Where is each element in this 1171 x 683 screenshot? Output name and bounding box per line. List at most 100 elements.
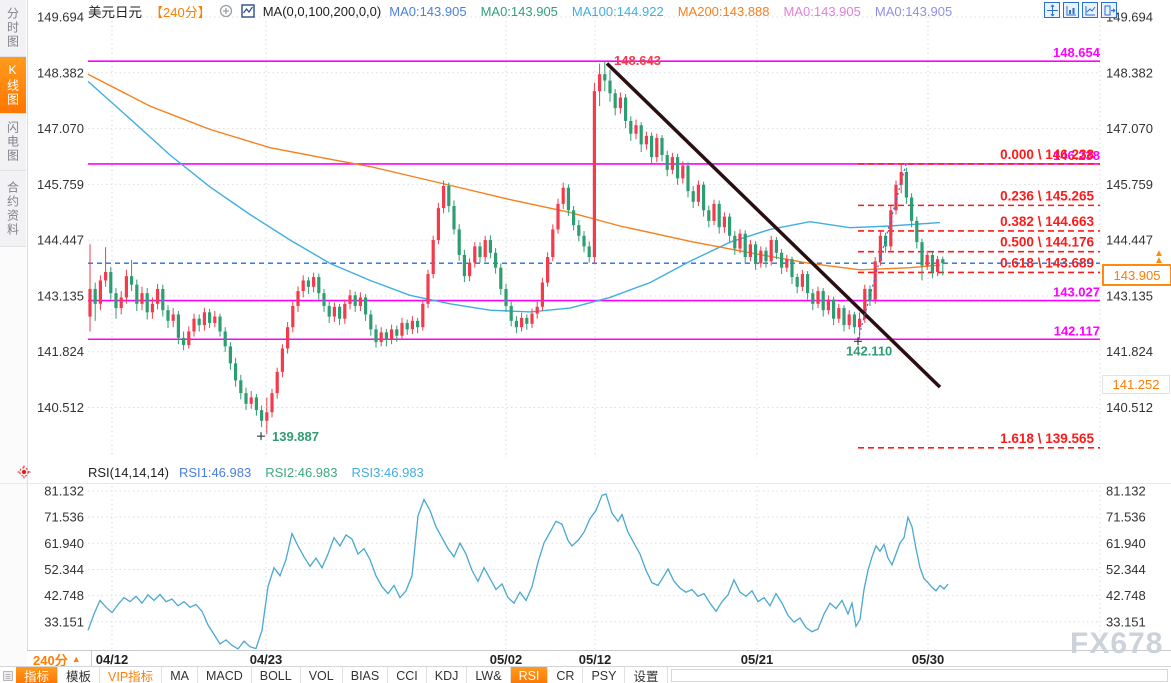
svg-text:81.132: 81.132 <box>1106 484 1146 499</box>
svg-text:144.447: 144.447 <box>1106 233 1153 248</box>
svg-text:52.344: 52.344 <box>1106 562 1146 577</box>
pan-crosshair-icon[interactable] <box>1044 2 1060 18</box>
ma-settings-label: MA(0,0,100,200,0,0) <box>263 4 382 19</box>
date-label: 05/30 <box>912 652 945 667</box>
toolbar-item-BIAS[interactable]: BIAS <box>343 667 389 683</box>
toolbar-item-MA[interactable]: MA <box>162 667 198 683</box>
chart-header: 美元日元 【240分】 MA(0,0,100,200,0,0) MA0:143.… <box>88 2 952 20</box>
toolbar-item-RSI[interactable]: RSI <box>511 667 549 683</box>
alarm-icon[interactable] <box>17 465 31 479</box>
rsi-title: RSI(14,14,14) <box>88 465 169 480</box>
period-selector[interactable]: 240分 ▲ <box>29 651 92 667</box>
current-price-box: 143.905 <box>1102 264 1171 286</box>
svg-text:145.759: 145.759 <box>37 177 84 192</box>
ma-value-2: MA0:143.905 <box>481 4 558 19</box>
svg-text:140.512: 140.512 <box>1106 400 1153 415</box>
chart-application: 分时图K线图闪电图合约资料 149.694149.694148.382148.3… <box>0 0 1171 683</box>
candlestick-chart[interactable]: 149.694149.694148.382148.382147.070147.0… <box>0 0 1171 463</box>
toolbar-empty-strip <box>671 669 1169 682</box>
svg-text:61.940: 61.940 <box>44 536 84 551</box>
svg-text:144.447: 144.447 <box>37 233 84 248</box>
svg-text:0.236 \ 145.265: 0.236 \ 145.265 <box>1000 188 1094 203</box>
date-label: 04/23 <box>250 652 283 667</box>
svg-text:147.070: 147.070 <box>1106 121 1153 136</box>
ma-value-6: MA0:143.905 <box>875 4 952 19</box>
ma-indicator-icon[interactable] <box>241 4 255 18</box>
indicator-toolbar: 指标模板VIP指标MAMACDBOLLVOLBIASCCIKDJLW&RSICR… <box>0 666 1171 683</box>
svg-text:61.940: 61.940 <box>1106 536 1146 551</box>
svg-text:143.135: 143.135 <box>37 288 84 303</box>
anchor-cross-marker <box>257 432 265 440</box>
rsi-line <box>88 494 948 649</box>
svg-text:148.654: 148.654 <box>1053 45 1101 60</box>
toolbar-item-CR[interactable]: CR <box>548 667 583 683</box>
date-label: 05/02 <box>490 652 523 667</box>
rsi-value-1: RSI1:46.983 <box>179 465 251 480</box>
toolbar-item-VOL[interactable]: VOL <box>301 667 343 683</box>
toolbar-grip-icon[interactable] <box>0 667 16 683</box>
symbol-title: 美元日元 <box>88 1 142 21</box>
svg-text:145.759: 145.759 <box>1106 177 1153 192</box>
svg-text:140.512: 140.512 <box>37 400 84 415</box>
rsi-value-2: RSI2:46.983 <box>265 465 337 480</box>
toolbar-item-MACD[interactable]: MACD <box>198 667 252 683</box>
swing-label: 142.110 <box>846 344 892 359</box>
period-up-arrow-icon: ▲ <box>72 654 81 664</box>
time-axis: 240分 ▲ 04/12 04/23 05/02 05/12 05/21 05/30 <box>27 650 1171 667</box>
level-141-box: 141.252 <box>1102 375 1170 394</box>
rsi-values: RSI1:46.983 RSI2:46.983 RSI3:46.983 <box>179 465 424 480</box>
period-label: 【240分】 <box>150 2 211 21</box>
svg-text:52.344: 52.344 <box>44 562 84 577</box>
svg-text:0.500 \ 144.176: 0.500 \ 144.176 <box>1000 235 1094 250</box>
svg-text:143.027: 143.027 <box>1053 285 1100 300</box>
rsi-value-3: RSI3:46.983 <box>352 465 424 480</box>
toolbar-item-指标[interactable]: 指标 <box>16 667 58 683</box>
ma-values: MA0:143.905 MA0:143.905 MA100:144.922 MA200… <box>389 4 952 19</box>
ma-value-4: MA200:143.888 <box>678 4 770 19</box>
toolbar-item-CCI[interactable]: CCI <box>388 667 427 683</box>
price-up-arrow-icon: ▲▲ <box>1154 250 1164 264</box>
svg-text:0.000 \ 146.238: 0.000 \ 146.238 <box>1000 147 1094 162</box>
svg-text:143.135: 143.135 <box>1106 288 1153 303</box>
swing-label: 139.887 <box>272 429 319 444</box>
zoom-range-icon[interactable] <box>1063 2 1079 18</box>
indicator-window-icon[interactable] <box>1082 2 1098 18</box>
svg-text:141.824: 141.824 <box>37 344 84 359</box>
svg-text:141.824: 141.824 <box>1106 344 1153 359</box>
watermark: FX678 <box>1070 627 1163 661</box>
svg-text:33.151: 33.151 <box>44 614 84 629</box>
toolbar-item-PSY[interactable]: PSY <box>583 667 625 683</box>
svg-text:71.536: 71.536 <box>1106 510 1146 525</box>
ma100-line <box>88 81 940 312</box>
chart-tool-icons <box>1044 2 1117 18</box>
swing-label: 148.643 <box>614 53 661 68</box>
ma-value-1: MA0:143.905 <box>389 4 466 19</box>
svg-text:148.382: 148.382 <box>1106 65 1153 80</box>
toolbar-item-设置[interactable]: 设置 <box>625 667 667 683</box>
date-label: 05/21 <box>741 652 774 667</box>
ma-value-5: MA0:143.905 <box>784 4 861 19</box>
svg-text:42.748: 42.748 <box>1106 588 1146 603</box>
toolbar-items: 指标模板VIP指标MAMACDBOLLVOLBIASCCIKDJLW&RSICR… <box>16 667 668 683</box>
exit-chart-icon[interactable] <box>1101 2 1117 18</box>
svg-text:71.536: 71.536 <box>44 510 84 525</box>
collapse-circle-icon[interactable] <box>219 4 233 18</box>
toolbar-item-KDJ[interactable]: KDJ <box>427 667 468 683</box>
toolbar-item-模板[interactable]: 模板 <box>58 667 100 683</box>
date-label: 04/12 <box>96 652 129 667</box>
toolbar-item-VIP指标[interactable]: VIP指标 <box>100 667 162 683</box>
svg-text:149.694: 149.694 <box>37 10 84 25</box>
toolbar-item-LW&[interactable]: LW& <box>467 667 510 683</box>
svg-text:1.618 \ 139.565: 1.618 \ 139.565 <box>1000 431 1094 446</box>
candles-layer <box>88 62 944 434</box>
ma-value-3: MA100:144.922 <box>572 4 664 19</box>
svg-text:81.132: 81.132 <box>44 484 84 499</box>
ma200-line <box>88 74 940 270</box>
rsi-chart[interactable]: 81.132 81.132 71.536 71.536 61.940 61.940 52.3… <box>0 484 1171 651</box>
rsi-grid: 81.132 81.132 71.536 71.536 61.940 61.940 52.3… <box>44 484 1146 649</box>
rsi-chart-pane[interactable]: 81.132 81.132 71.536 71.536 61.940 61.940 52.3… <box>0 483 1171 651</box>
price-chart-pane[interactable]: 149.694149.694148.382148.382147.070147.0… <box>0 0 1171 463</box>
svg-text:42.748: 42.748 <box>44 588 84 603</box>
date-label: 05/12 <box>579 652 612 667</box>
toolbar-item-BOLL[interactable]: BOLL <box>252 667 301 683</box>
